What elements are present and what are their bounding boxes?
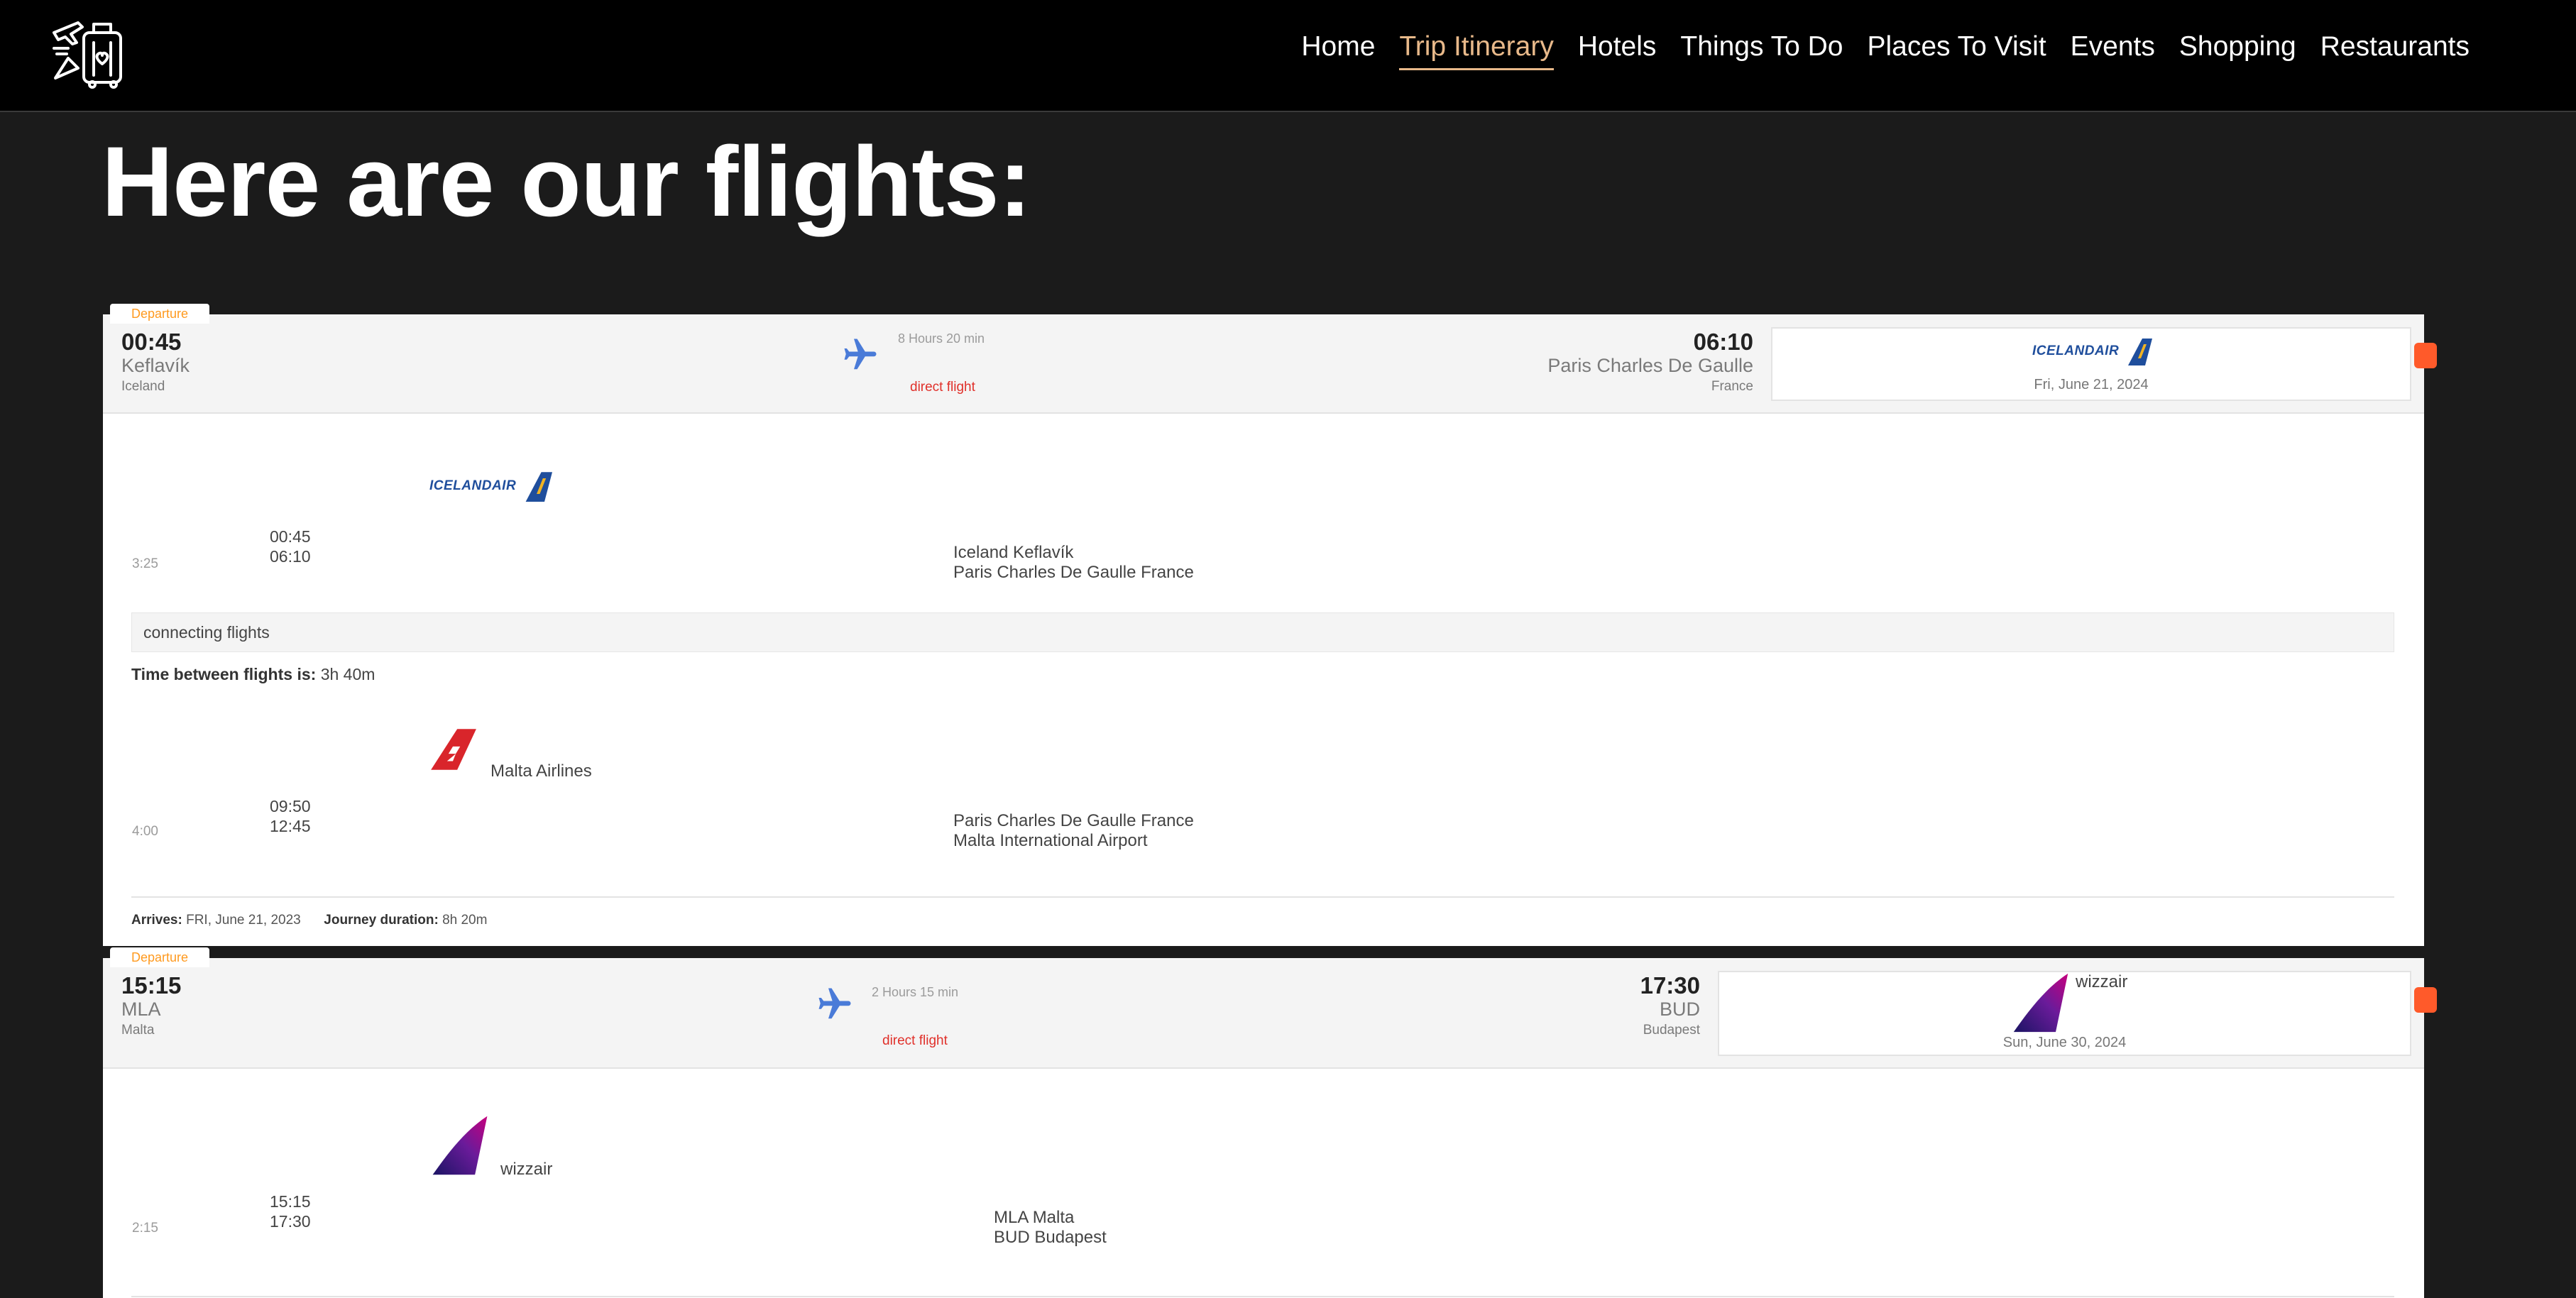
leg-departure-time: 15:15 <box>270 1192 311 1211</box>
flight-date: Sun, June 30, 2024 <box>2002 1035 2127 1050</box>
departure-city: MLA <box>121 999 161 1020</box>
layover-label: Time between flights is: <box>131 665 317 683</box>
airline-card: wizzair Sun, June 30, 2024 <box>1718 971 2411 1056</box>
page-title: Here are our flights: <box>102 126 1031 237</box>
leg-from: Iceland Keflavík <box>953 543 1074 562</box>
icelandair-logo: ICELANDAIR <box>2032 337 2153 365</box>
nav-restaurants[interactable]: Restaurants <box>2320 31 2470 70</box>
wizzair-logo-icon <box>432 1116 488 1175</box>
leg-duration: 2:15 <box>132 1221 158 1236</box>
arrives-label: Arrives: <box>131 913 182 928</box>
airline-card: ICELANDAIR Fri, June 21, 2024 <box>1771 327 2411 401</box>
departure-time: 00:45 <box>121 329 182 355</box>
arrival-time: 17:30 <box>1640 972 1700 999</box>
arrival-city: Paris Charles De Gaulle <box>1547 355 1753 376</box>
departure-country: Iceland <box>121 379 165 394</box>
leg-departure-time: 00:45 <box>270 527 311 546</box>
leg-duration: 4:00 <box>132 824 158 839</box>
direct-flight-label: direct flight <box>882 1033 948 1048</box>
direct-flight-label: direct flight <box>910 380 975 395</box>
layover-value: 3h 40m <box>320 665 376 683</box>
leg-to: Paris Charles De Gaulle France <box>953 563 1194 582</box>
divider <box>131 1296 2394 1297</box>
departure-city: Keflavík <box>121 355 190 376</box>
nav-things-to-do[interactable]: Things To Do <box>1680 31 1843 70</box>
icelandair-tail-icon <box>525 472 553 502</box>
icelandair-tail-icon <box>2128 339 2153 365</box>
top-navbar: Home Trip Itinerary Hotels Things To Do … <box>0 0 2576 112</box>
icelandair-logo: ICELANDAIR <box>429 471 553 502</box>
arrival-country: Budapest <box>1643 1023 1700 1038</box>
departure-tab: Departure <box>110 947 210 967</box>
nav-home[interactable]: Home <box>1301 31 1375 70</box>
arrives-value: FRI, June 21, 2023 <box>186 913 301 928</box>
departure-time: 15:15 <box>121 972 182 999</box>
nav-shopping[interactable]: Shopping <box>2179 31 2296 70</box>
departure-tab: Departure <box>110 304 210 324</box>
travel-luggage-logo-icon[interactable] <box>50 11 128 89</box>
icelandair-wordmark: ICELANDAIR <box>2032 343 2120 358</box>
leg-arrival-time: 06:10 <box>270 547 311 566</box>
flight-duration: 2 Hours 15 min <box>872 985 959 999</box>
leg-to: Malta International Airport <box>953 831 1148 850</box>
connecting-flights-bar: connecting flights <box>131 612 2394 652</box>
arrival-time: 06:10 <box>1693 329 1753 355</box>
nav-events[interactable]: Events <box>2071 31 2155 70</box>
flight-summary[interactable]: Departure 00:45 Keflavík Iceland 8 Hours… <box>103 304 2424 414</box>
arrival-city: BUD <box>1659 999 1700 1020</box>
flight-card: Departure 00:45 Keflavík Iceland 8 Hours… <box>103 304 2437 946</box>
airline-name: wizzair <box>2076 972 2128 991</box>
airline-name: Malta Airlines <box>490 761 592 781</box>
layover-time: Time between flights is: 3h 40m <box>131 665 375 684</box>
leg-duration: 3:25 <box>132 556 158 571</box>
leg-from: Paris Charles De Gaulle France <box>953 811 1194 830</box>
journey-duration-label: Journey duration: <box>324 913 439 928</box>
leg-from: MLA Malta <box>994 1208 1075 1227</box>
flight-card: Departure 15:15 MLA Malta 2 Hours 15 min… <box>103 947 2437 1298</box>
wizzair-logo-icon <box>2013 973 2068 1033</box>
flight-date: Fri, June 21, 2024 <box>2034 377 2149 392</box>
status-indicator[interactable] <box>2414 343 2437 368</box>
main-menu: Home Trip Itinerary Hotels Things To Do … <box>1301 31 2470 70</box>
nav-places-to-visit[interactable]: Places To Visit <box>1867 31 2046 70</box>
airplane-icon <box>818 988 851 1019</box>
leg-to: BUD Budapest <box>994 1228 1107 1247</box>
journey-summary: Arrives: FRI, June 21, 2023 Journey dura… <box>131 913 487 928</box>
divider <box>131 896 2394 898</box>
airline-name: wizzair <box>500 1160 553 1179</box>
airplane-icon <box>844 339 877 370</box>
arrival-country: France <box>1711 379 1753 394</box>
flight-duration: 8 Hours 20 min <box>898 331 985 346</box>
icelandair-wordmark: ICELANDAIR <box>429 478 517 493</box>
departure-country: Malta <box>121 1023 155 1038</box>
status-indicator[interactable] <box>2414 987 2437 1013</box>
nav-trip-itinerary[interactable]: Trip Itinerary <box>1399 31 1554 70</box>
nav-hotels[interactable]: Hotels <box>1578 31 1657 70</box>
journey-duration-value: 8h 20m <box>442 913 488 928</box>
flight-summary[interactable]: Departure 15:15 MLA Malta 2 Hours 15 min… <box>103 947 2424 1069</box>
malta-airlines-logo-icon <box>431 729 476 770</box>
leg-arrival-time: 12:45 <box>270 817 311 835</box>
leg-departure-time: 09:50 <box>270 797 311 815</box>
leg-arrival-time: 17:30 <box>270 1212 311 1231</box>
